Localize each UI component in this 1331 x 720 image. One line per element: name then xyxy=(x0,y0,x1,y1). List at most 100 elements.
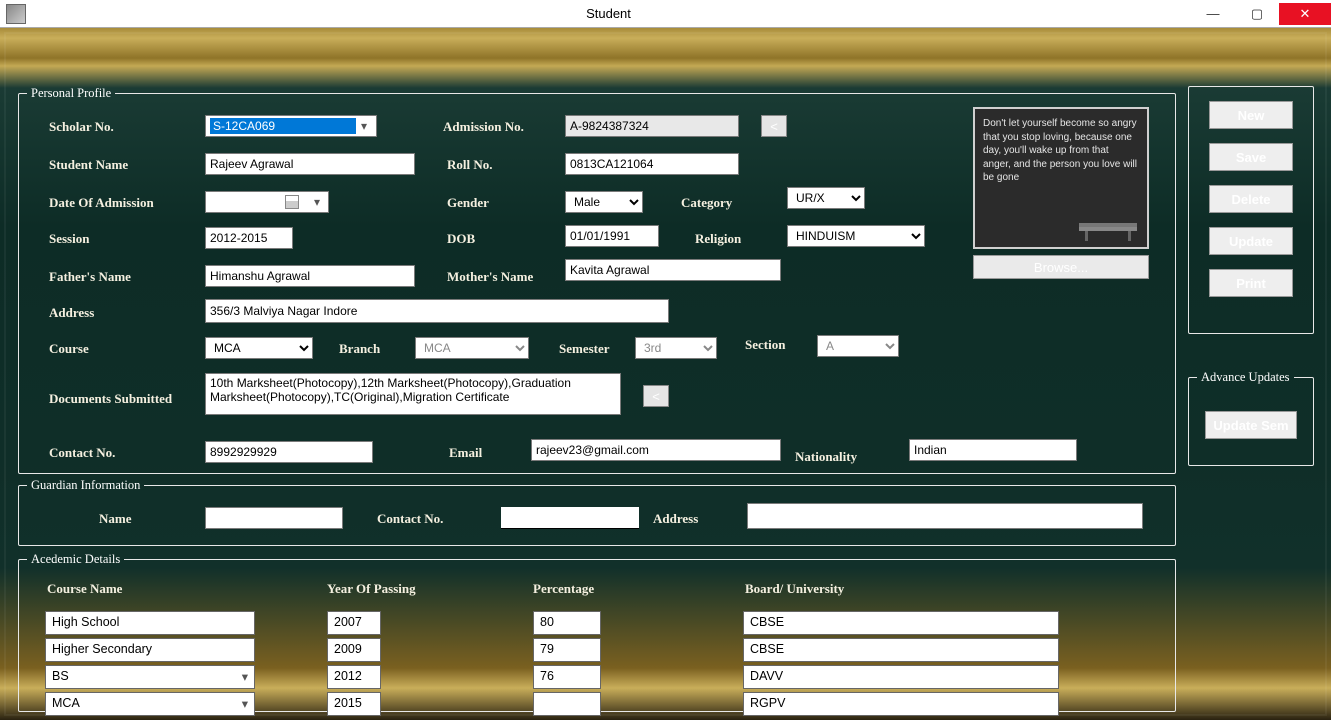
category-select[interactable]: UR/X xyxy=(787,187,865,209)
address-input[interactable] xyxy=(205,299,669,323)
branch-select[interactable]: MCA xyxy=(415,337,529,359)
guardian-address-input[interactable] xyxy=(747,503,1143,529)
roll-no-input[interactable] xyxy=(565,153,739,175)
nationality-input[interactable] xyxy=(909,439,1077,461)
guardian-legend: Guardian Information xyxy=(27,478,144,493)
contact-no-label: Contact No. xyxy=(49,445,115,461)
window-title: Student xyxy=(26,6,1191,21)
documents-textarea[interactable]: 10th Marksheet(Photocopy),12th Marksheet… xyxy=(205,373,621,415)
nationality-label: Nationality xyxy=(795,449,857,465)
academic-head-year: Year Of Passing xyxy=(327,581,416,597)
guardian-contact-label: Contact No. xyxy=(377,511,443,527)
doa-value: 10/Aug/2012 xyxy=(209,195,277,209)
table-cell[interactable]: 79 xyxy=(533,638,601,662)
advance-legend: Advance Updates xyxy=(1197,370,1294,385)
admission-no-input[interactable] xyxy=(565,115,739,137)
academic-table: High School 2007 80 CBSE Higher Secondary 200… xyxy=(45,611,1149,719)
table-row: Higher Secondary 2009 79 CBSE xyxy=(45,638,1149,662)
advance-updates-panel: Advance Updates Update Sem xyxy=(1188,370,1314,466)
personal-profile-group: Personal Profile Scholar No. S-12CA069 ▾… xyxy=(18,86,1176,474)
table-cell[interactable]: RGPV xyxy=(743,692,1059,716)
documents-lookup-button[interactable]: < xyxy=(643,385,669,407)
course-label: Course xyxy=(49,341,89,357)
guardian-name-label: Name xyxy=(99,511,132,527)
doa-datepicker[interactable]: 10/Aug/2012 ▾ xyxy=(205,191,329,213)
close-button[interactable]: ✕ xyxy=(1279,3,1331,25)
guardian-contact-input[interactable] xyxy=(501,507,639,529)
religion-select[interactable]: HINDUISM xyxy=(787,225,925,247)
titlebar: Student — ▢ ✕ xyxy=(0,0,1331,28)
student-name-label: Student Name xyxy=(49,157,128,173)
section-label: Section xyxy=(745,337,785,353)
new-button[interactable]: New xyxy=(1209,101,1293,129)
maximize-button[interactable]: ▢ xyxy=(1235,3,1279,25)
scholar-no-label: Scholar No. xyxy=(49,119,114,135)
academic-group: Acedemic Details Course Name Year Of Pas… xyxy=(18,552,1176,712)
academic-head-percent: Percentage xyxy=(533,581,594,597)
guardian-name-input[interactable] xyxy=(205,507,343,529)
table-cell[interactable]: 2015 xyxy=(327,692,381,716)
address-label: Address xyxy=(49,305,94,321)
doa-label: Date Of Admission xyxy=(49,195,154,211)
semester-select[interactable]: 3rd xyxy=(635,337,717,359)
course-cell-select[interactable]: MCA xyxy=(45,692,255,716)
table-row: MCA 2015 RGPV xyxy=(45,692,1149,716)
minimize-button[interactable]: — xyxy=(1191,3,1235,25)
academic-head-course: Course Name xyxy=(47,581,122,597)
table-cell[interactable]: 2009 xyxy=(327,638,381,662)
category-label: Category xyxy=(681,195,732,211)
semester-label: Semester xyxy=(559,341,610,357)
bench-icon xyxy=(1079,213,1137,241)
calendar-icon xyxy=(285,195,299,209)
table-cell[interactable]: 80 xyxy=(533,611,601,635)
father-name-input[interactable] xyxy=(205,265,415,287)
table-row: High School 2007 80 CBSE xyxy=(45,611,1149,635)
section-select[interactable]: A xyxy=(817,335,899,357)
email-input[interactable] xyxy=(531,439,781,461)
gender-label: Gender xyxy=(447,195,489,211)
session-input[interactable] xyxy=(205,227,293,249)
religion-label: Religion xyxy=(695,231,741,247)
session-label: Session xyxy=(49,231,89,247)
mother-name-input[interactable] xyxy=(565,259,781,281)
course-cell-select[interactable]: BS xyxy=(45,665,255,689)
table-row: BS 2012 76 DAVV xyxy=(45,665,1149,689)
personal-legend: Personal Profile xyxy=(27,86,115,101)
table-cell[interactable]: High School xyxy=(45,611,255,635)
documents-label: Documents Submitted xyxy=(49,391,172,407)
dob-input[interactable] xyxy=(565,225,659,247)
app-surface: Personal Profile Scholar No. S-12CA069 ▾… xyxy=(0,28,1331,720)
table-cell[interactable]: Higher Secondary xyxy=(45,638,255,662)
scholar-no-combo[interactable]: S-12CA069 ▾ xyxy=(205,115,377,137)
photo-quote: Don't let yourself become so angry that … xyxy=(983,117,1139,185)
course-select[interactable]: MCA xyxy=(205,337,313,359)
branch-label: Branch xyxy=(339,341,380,357)
delete-button[interactable]: Delete xyxy=(1209,185,1293,213)
guardian-address-label: Address xyxy=(653,511,698,527)
browse-button[interactable]: Browse... xyxy=(973,255,1149,279)
table-cell[interactable]: DAVV xyxy=(743,665,1059,689)
father-name-label: Father's Name xyxy=(49,269,131,285)
save-button[interactable]: Save xyxy=(1209,143,1293,171)
scholar-no-value: S-12CA069 xyxy=(210,118,356,134)
student-name-input[interactable] xyxy=(205,153,415,175)
update-sem-button[interactable]: Update Sem xyxy=(1205,411,1297,439)
admission-no-label: Admission No. xyxy=(443,119,524,135)
contact-no-input[interactable] xyxy=(205,441,373,463)
email-label: Email xyxy=(449,445,482,461)
print-button[interactable]: Print xyxy=(1209,269,1293,297)
table-cell[interactable]: CBSE xyxy=(743,611,1059,635)
guardian-group: Guardian Information Name Contact No. Ad… xyxy=(18,478,1176,546)
academic-head-board: Board/ University xyxy=(745,581,844,597)
table-cell[interactable]: 76 xyxy=(533,665,601,689)
action-panel: New Save Delete Update Print xyxy=(1188,86,1314,334)
admission-lookup-button[interactable]: < xyxy=(761,115,787,137)
app-icon xyxy=(6,4,26,24)
gender-select[interactable]: Male xyxy=(565,191,643,213)
mother-name-label: Mother's Name xyxy=(447,269,533,285)
table-cell[interactable]: 2007 xyxy=(327,611,381,635)
table-cell[interactable]: 2012 xyxy=(327,665,381,689)
table-cell[interactable]: CBSE xyxy=(743,638,1059,662)
table-cell[interactable] xyxy=(533,692,601,716)
update-button[interactable]: Update xyxy=(1209,227,1293,255)
